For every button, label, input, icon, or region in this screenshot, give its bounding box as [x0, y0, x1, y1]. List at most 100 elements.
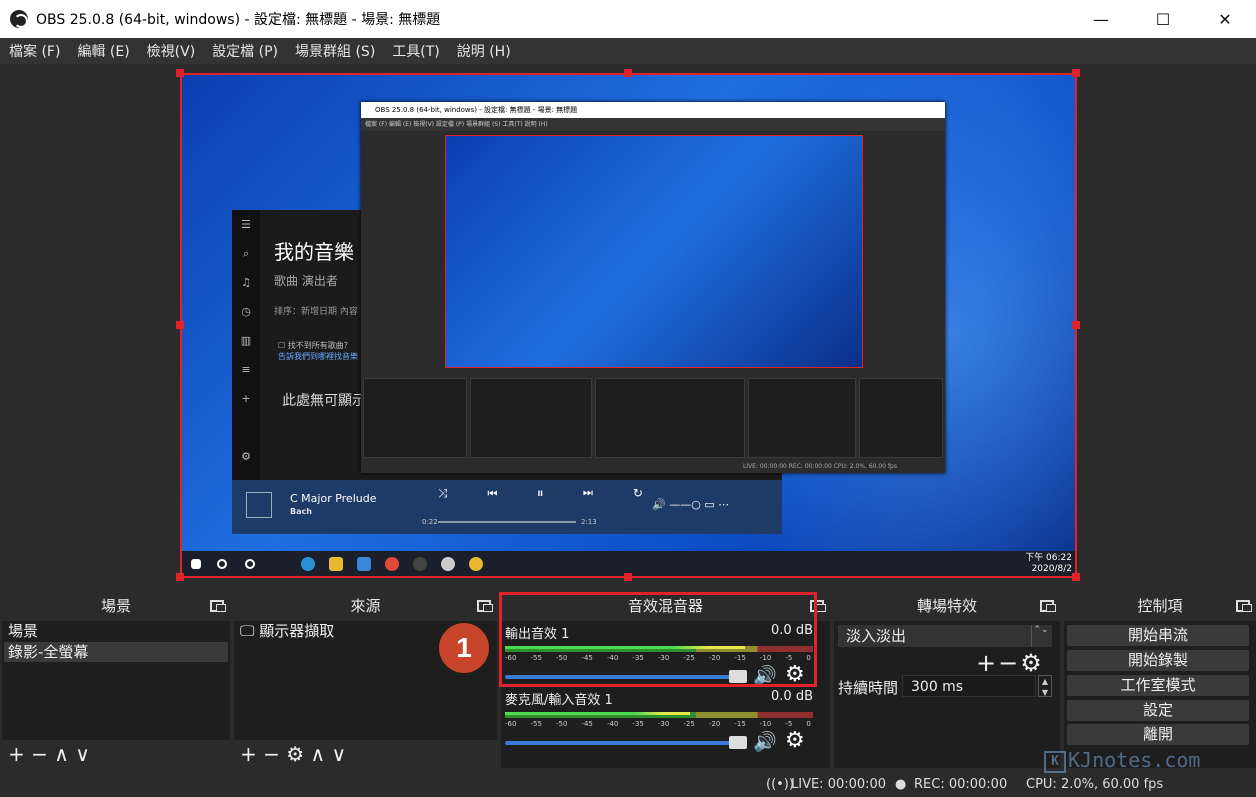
meter-tick-label: -35 [632, 720, 644, 728]
menu-edit[interactable]: 編輯 (E) [68, 41, 137, 61]
slider-knob[interactable] [729, 736, 747, 749]
nested-menu: 檔案 (F) 編輯 (E) 檢視(V) 設定檔 (P) 場景群組 (S) 工具(… [361, 118, 945, 131]
meter-tick-label: -45 [581, 654, 593, 662]
nested-controls-panel [859, 378, 943, 458]
close-button[interactable]: ✕ [1194, 0, 1256, 38]
player-controls: ⤨ ⏮ ⏸ ⏭ ↻ [438, 486, 661, 500]
mail-icon [357, 557, 371, 571]
float-icon[interactable] [1040, 600, 1056, 612]
app-icon [469, 557, 483, 571]
window-controls: — ☐ ✕ [1070, 0, 1256, 38]
float-icon[interactable] [210, 600, 226, 612]
watermark-logo-icon: K [1044, 750, 1066, 773]
live-status: LIVE: 00:00:00 [791, 777, 887, 792]
float-icon[interactable] [477, 600, 493, 612]
duration-spinner[interactable]: ▲ ▼ [1038, 675, 1052, 697]
volume-meter [505, 712, 813, 718]
speaker-icon[interactable]: 🔊 [753, 664, 777, 687]
meter-level [505, 712, 690, 715]
music-note-icon: ♫ [241, 276, 251, 289]
preview-canvas[interactable]: ☰ ⌕ ♫ ◷ ▥ ≡ + ⚙ 我的音樂 歌曲 演出者 排序：新增日期 內容 ☐… [181, 74, 1076, 577]
transition-select[interactable]: 淡入淡出 [838, 625, 1052, 647]
transition-tools[interactable]: +−⚙ [976, 649, 1044, 677]
resize-handle[interactable] [1072, 573, 1080, 581]
start-streaming-button[interactable]: 開始串流 [1067, 625, 1249, 646]
meter-tick-label: -40 [606, 720, 619, 728]
gear-icon[interactable]: ⚙ [785, 662, 805, 687]
maximize-button[interactable]: ☐ [1132, 0, 1194, 38]
sources-header: 來源 [234, 591, 497, 621]
float-icon[interactable] [810, 600, 826, 612]
scene-item-selected[interactable]: 錄影-全螢幕 [4, 642, 228, 662]
slider-knob[interactable] [729, 670, 747, 683]
resize-handle[interactable] [624, 573, 632, 581]
scene-item[interactable]: 場景 [4, 621, 228, 641]
settings-button[interactable]: 設定 [1067, 700, 1249, 721]
menu-help[interactable]: 說明 (H) [448, 41, 519, 61]
nested-transitions-panel [748, 378, 856, 458]
speaker-icon[interactable]: 🔊 [753, 730, 777, 753]
meter-tick-label: 0 [806, 654, 811, 662]
meter-tick-label: -15 [734, 720, 746, 728]
menu-view[interactable]: 檢視(V) [138, 41, 204, 61]
meter-tick-label: -35 [632, 654, 644, 662]
exit-button[interactable]: 離開 [1067, 724, 1249, 745]
scenes-toolbar[interactable]: + − ∧ ∨ [2, 740, 230, 768]
meter-tick-label: -55 [530, 720, 542, 728]
clock-time: 下午 06:22 [1025, 553, 1072, 563]
meter-tick-label: -50 [555, 720, 568, 728]
plus-icon: + [241, 392, 251, 405]
meter-tick-label: -5 [785, 654, 793, 662]
resize-handle[interactable] [1072, 69, 1080, 77]
step-badge: 1 [439, 623, 489, 673]
scenes-header: 場景 [2, 591, 230, 621]
search-icon [217, 559, 227, 569]
meter-tick-label: -25 [683, 720, 695, 728]
nested-obs-window: OBS 25.0.8 (64-bit, windows) - 設定檔: 無標題 … [361, 102, 945, 473]
gear-icon[interactable]: ⚙ [785, 728, 805, 753]
rec-icon: ● [895, 777, 907, 792]
mixer-header: 音效混音器 [501, 591, 830, 621]
rec-status: REC: 00:00:00 [914, 777, 1008, 792]
music-tabs: 歌曲 演出者 [274, 274, 338, 288]
track-db: 0.0 dB [771, 689, 813, 704]
scenes-dock: 場景 場景 錄影-全螢幕 + − ∧ ∨ [2, 591, 230, 768]
sources-toolbar[interactable]: + − ⚙ ∧ ∨ [234, 740, 497, 768]
transitions-header: 轉場特效 [834, 591, 1060, 621]
obs-taskbar-icon [413, 557, 427, 571]
track-db: 0.0 dB [771, 623, 813, 638]
music-sidebar: ☰ ⌕ ♫ ◷ ▥ ≡ + ⚙ [232, 210, 260, 480]
nested-status: LIVE: 00:00:00 REC: 00:00:00 CPU: 2.0%, … [742, 463, 897, 470]
title-bar: OBS 25.0.8 (64-bit, windows) - 設定檔: 無標題 … [0, 0, 1256, 38]
studio-mode-button[interactable]: 工作室模式 [1067, 675, 1249, 696]
music-sort: 排序：新增日期 內容 [274, 307, 358, 317]
slider-rail[interactable] [505, 741, 743, 745]
start-recording-button[interactable]: 開始錄製 [1067, 650, 1249, 671]
time-total: 2:13 [581, 518, 597, 526]
volume-slider[interactable]: 🔊 ⚙ [505, 728, 813, 753]
menu-tools[interactable]: 工具(T) [383, 41, 447, 61]
resize-handle[interactable] [176, 69, 184, 77]
resize-handle[interactable] [176, 573, 184, 581]
resize-handle[interactable] [1072, 321, 1080, 329]
menu-file[interactable]: 檔案 (F) [0, 41, 68, 61]
volume-slider[interactable]: 🔊 ⚙ [505, 662, 813, 687]
float-icon[interactable] [1236, 600, 1252, 612]
duration-input[interactable]: 300 ms [902, 675, 1036, 697]
nested-preview [445, 135, 863, 368]
resize-handle[interactable] [624, 69, 632, 77]
menu-scene-collection[interactable]: 場景群組 (S) [286, 41, 383, 61]
menu-profile[interactable]: 設定檔 (P) [203, 41, 286, 61]
slider-rail[interactable] [505, 675, 743, 679]
cpu-status: CPU: 2.0%, 60.00 fps [1026, 777, 1164, 792]
music-check: ☐ 找不到所有歌曲？ 告訴我們到哪裡找音樂 [278, 341, 358, 361]
nested-title: OBS 25.0.8 (64-bit, windows) - 設定檔: 無標題 … [361, 102, 945, 118]
minimize-button[interactable]: — [1070, 0, 1132, 38]
resize-handle[interactable] [176, 321, 184, 329]
duration-label: 持續時間 [838, 679, 899, 697]
clock-date: 2020/8/2 [1031, 564, 1072, 574]
meter-tick-label: 0 [806, 720, 811, 728]
status-bar: ((•)) LIVE: 00:00:00 ● REC: 00:00:00 CPU… [0, 770, 1256, 797]
controls-dock: 控制項 開始串流 開始錄製 工作室模式 設定 離開 [1064, 591, 1256, 768]
